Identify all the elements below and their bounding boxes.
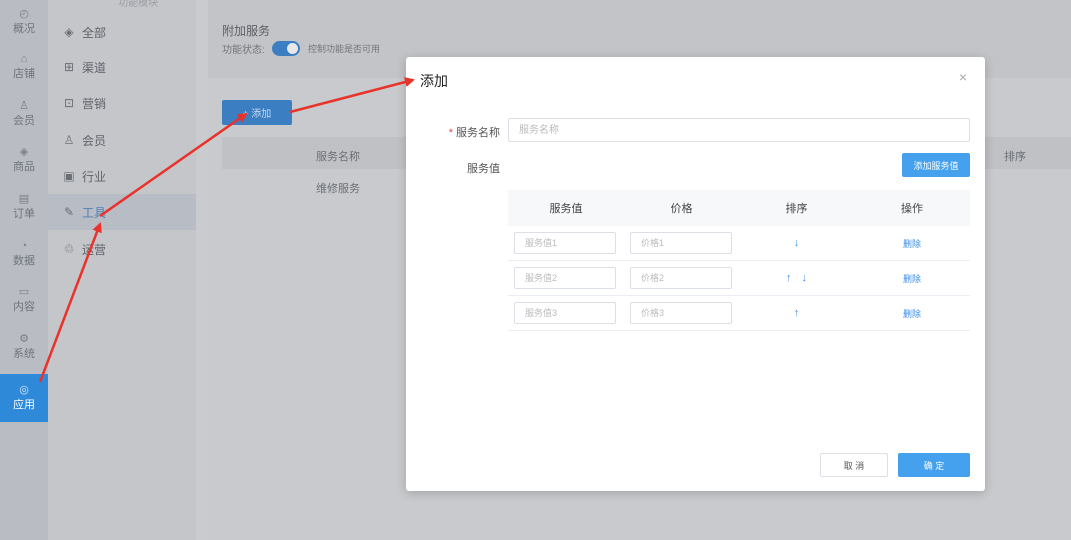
move-down-icon[interactable]: ↓ [794, 237, 800, 249]
service-values-label: 服务值 [467, 163, 500, 175]
delete-link[interactable]: 删除 [903, 237, 921, 250]
service-name-label: * 服务名称 [449, 124, 500, 140]
rail-item-overview[interactable]: ◴ 概况 [0, 0, 48, 44]
table-row: 维修服务 [316, 183, 360, 195]
price-input[interactable] [630, 302, 732, 324]
add-service-value-button[interactable]: 添加服务值 [902, 153, 970, 177]
header-value: 服务值 [549, 203, 583, 215]
delete-link[interactable]: 删除 [903, 307, 921, 320]
rail-item-order[interactable]: ▤ 订单 [0, 185, 48, 229]
confirm-button[interactable]: 确 定 [898, 453, 970, 477]
menu-item-member[interactable]: ♙ 会员 [48, 122, 196, 158]
rail-item-label: 数据 [13, 255, 35, 267]
data-icon: ◔ [20, 240, 28, 252]
channel-icon: ⊞ [63, 60, 75, 74]
menu-item-channel[interactable]: ⊞ 渠道 [48, 49, 196, 85]
column-sort: 排序 [1004, 151, 1026, 163]
service-name-label-text: 服务名称 [456, 127, 500, 139]
menu-item-label: 全部 [82, 25, 107, 40]
price-input[interactable] [630, 267, 732, 289]
menu-item-all[interactable]: ◈ 全部 [48, 14, 196, 50]
price-input[interactable] [630, 232, 732, 254]
industry-icon: ▣ [63, 169, 75, 183]
rail-item-label: 系统 [13, 348, 35, 360]
move-up-icon[interactable]: ↑ [794, 307, 800, 319]
content-icon: ▭ [18, 286, 30, 298]
required-mark: * [448, 127, 453, 139]
rail-item-label: 内容 [13, 301, 35, 313]
order-icon: ▤ [18, 193, 30, 205]
header-price: 价格 [670, 203, 693, 215]
close-icon[interactable]: × [959, 69, 967, 85]
rail-item-label: 订单 [13, 208, 35, 220]
modal-title: 添加 [420, 73, 448, 89]
menu-item-label: 会员 [82, 133, 107, 148]
menu-heading: 功能模块 [118, 0, 158, 9]
rail-item-label: 店铺 [13, 68, 35, 80]
header-sort: 排序 [785, 203, 808, 215]
status-toggle[interactable] [272, 41, 300, 56]
cancel-button[interactable]: 取 消 [820, 453, 888, 477]
move-up-icon[interactable]: ↑ [786, 272, 792, 284]
menu-item-operation[interactable]: ♲ 运营 [48, 231, 196, 267]
icon-rail: ◴ 概况 ⌂ 店铺 ♙ 会员 ◈ 商品 ▤ 订单 ◔ 数据 ▭ 内容 ⚙ 系统 … [0, 0, 48, 540]
tool-icon: ✎ [63, 205, 75, 219]
rail-item-goods[interactable]: ◈ 商品 [0, 138, 48, 182]
table-row: ↑ 删除 [508, 296, 970, 331]
status-description: 控制功能是否可用 [308, 44, 381, 54]
rail-item-data[interactable]: ◔ 数据 [0, 232, 48, 276]
table-row: ↓ 删除 [508, 226, 970, 261]
rail-item-content[interactable]: ▭ 内容 [0, 278, 48, 322]
service-value-input[interactable] [514, 267, 616, 289]
menu-item-marketing[interactable]: ⊡ 营销 [48, 85, 196, 121]
rail-item-label: 商品 [13, 161, 35, 173]
menu-item-label: 行业 [82, 169, 107, 184]
dashboard-icon: ◴ [19, 8, 29, 20]
system-icon: ⚙ [19, 333, 29, 345]
move-down-icon[interactable]: ↓ [802, 272, 808, 284]
goods-icon: ◈ [19, 146, 29, 158]
delete-link[interactable]: 删除 [903, 272, 921, 285]
header-action: 操作 [901, 203, 923, 215]
service-values-table: 服务值 价格 排序 操作 ↓ 删除 ↑ ↓ 删除 ↑ [508, 190, 970, 331]
rail-item-app[interactable]: ◎ 应用 [0, 374, 48, 422]
rail-item-system[interactable]: ⚙ 系统 [0, 325, 48, 369]
column-service-name: 服务名称 [316, 151, 360, 163]
menu-item-industry[interactable]: ▣ 行业 [48, 158, 196, 194]
rail-item-label: 概况 [13, 23, 35, 35]
menu-item-label: 营销 [82, 96, 107, 111]
menu-item-label: 工具 [82, 205, 107, 220]
menu-item-tools[interactable]: ✎ 工具 [48, 194, 196, 230]
member-icon: ♙ [19, 100, 29, 112]
table-row: ↑ ↓ 删除 [508, 261, 970, 296]
marketing-icon: ⊡ [63, 96, 75, 110]
member-icon: ♙ [63, 133, 75, 147]
table-header: 服务值 价格 排序 操作 [508, 190, 970, 226]
service-name-input[interactable] [508, 118, 970, 142]
add-service-modal: 添加 × *服务名称 服务值 添加服务值 服务值 价格 排序 操作 ↓ 删除 ↑… [406, 57, 985, 491]
section-title: 附加服务 [222, 24, 271, 38]
rail-item-label: 会员 [13, 115, 35, 127]
rail-item-member[interactable]: ♙ 会员 [0, 92, 48, 136]
app-icon: ◎ [19, 384, 29, 396]
service-value-input[interactable] [514, 232, 616, 254]
add-service-button[interactable]: + 添加 [222, 100, 292, 125]
status-label: 功能状态: [222, 45, 265, 56]
service-value-input[interactable] [514, 302, 616, 324]
store-icon: ⌂ [20, 53, 28, 65]
rail-item-store[interactable]: ⌂ 店铺 [0, 45, 48, 89]
operation-icon: ♲ [63, 242, 75, 256]
secondary-menu: 功能模块 ◈ 全部 ⊞ 渠道 ⊡ 营销 ♙ 会员 ▣ 行业 ✎ 工具 ♲ 运营 [48, 0, 196, 540]
rail-item-label: 应用 [13, 399, 35, 411]
menu-item-label: 渠道 [82, 60, 107, 75]
menu-item-label: 运营 [82, 242, 107, 257]
cube-icon: ◈ [64, 25, 74, 39]
